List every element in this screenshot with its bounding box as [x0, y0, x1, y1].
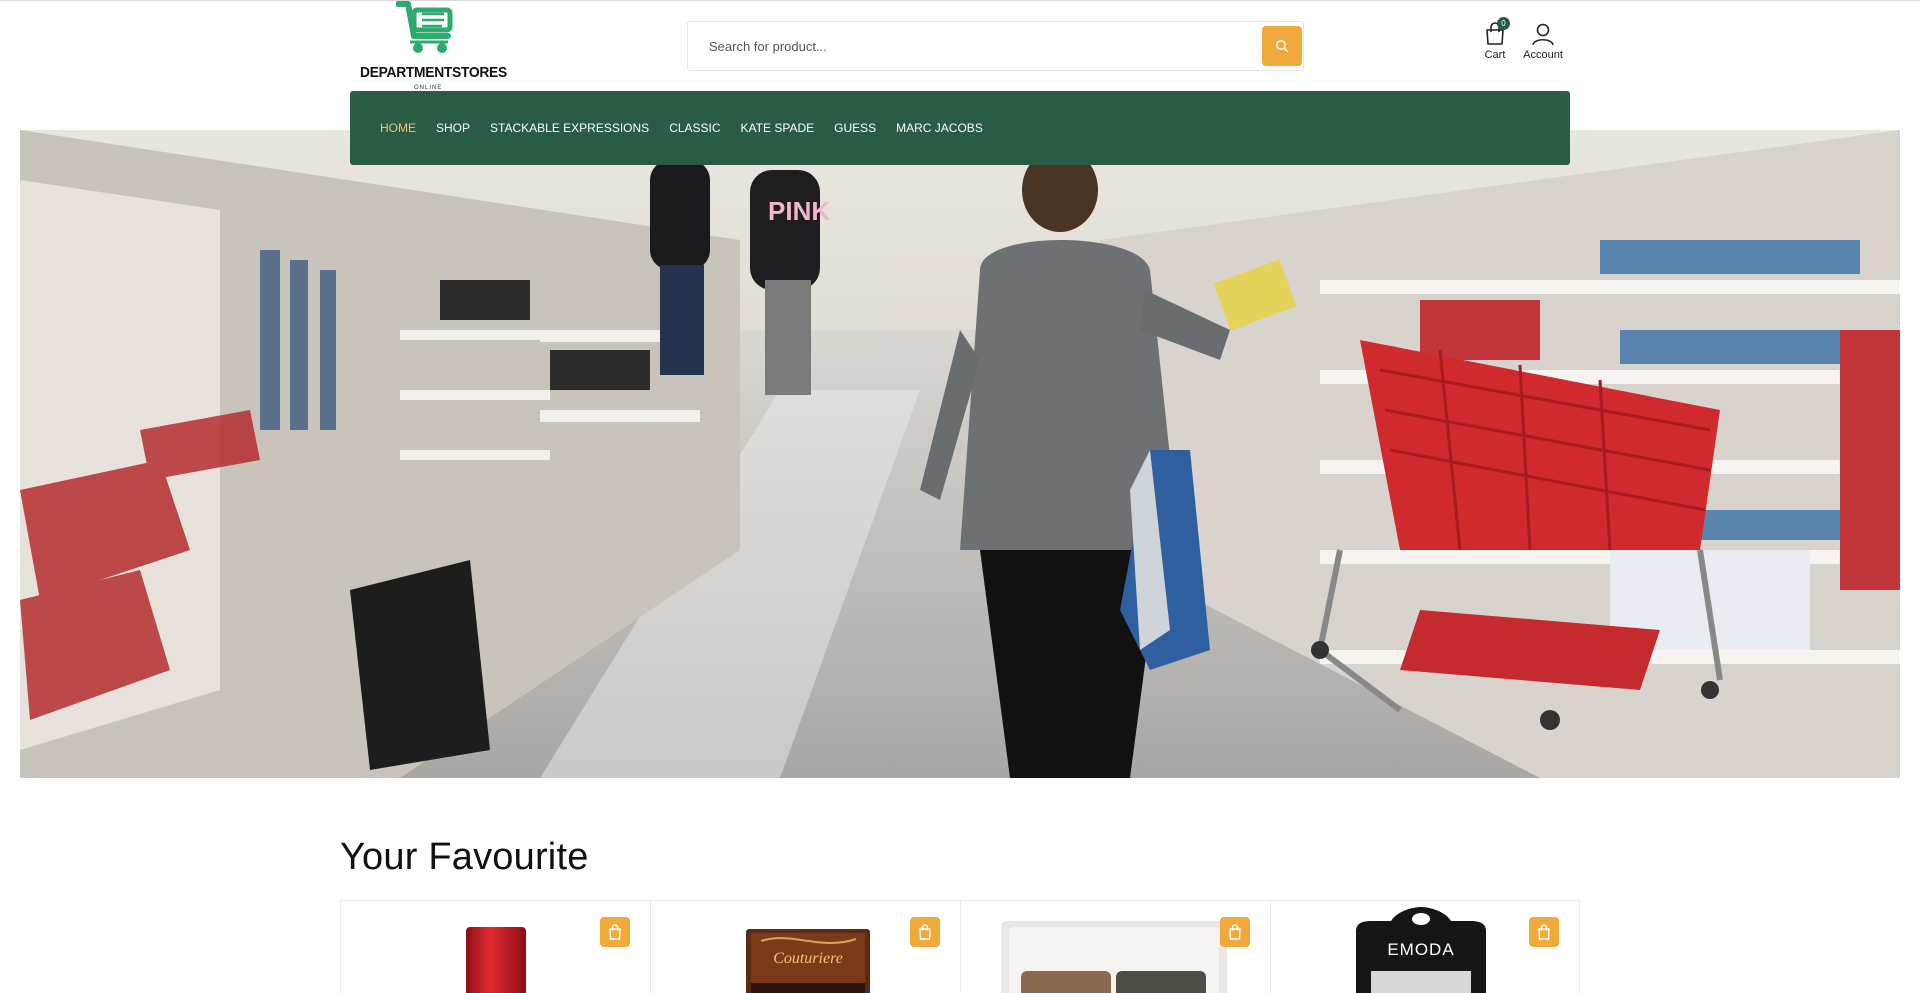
account-button[interactable]: Account	[1518, 22, 1568, 61]
nav-item-shop[interactable]: SHOP	[436, 121, 470, 135]
cart-logo-icon	[396, 1, 453, 53]
add-to-cart-button[interactable]	[910, 917, 940, 947]
product-card[interactable]: EMODA	[1270, 901, 1580, 993]
nav-item-kate-spade[interactable]: KATE SPADE	[741, 121, 815, 135]
search-input[interactable]	[689, 23, 1259, 69]
product-image-lipstick	[466, 927, 526, 993]
product-image-emoda-pack: EMODA	[1356, 907, 1486, 993]
svg-text:PINK: PINK	[768, 196, 830, 226]
cart-label: Cart	[1484, 49, 1506, 61]
add-to-cart-button[interactable]	[1529, 917, 1559, 947]
section-title: Your Favourite	[340, 836, 589, 878]
product-image-label: Couturiere	[773, 950, 843, 967]
search-icon	[1275, 39, 1289, 53]
nav-item-home[interactable]: HOME	[380, 121, 416, 135]
user-icon	[1532, 23, 1554, 46]
product-card[interactable]: Couturiere	[650, 901, 960, 993]
add-to-cart-button[interactable]	[1220, 917, 1250, 947]
search-button[interactable]	[1262, 26, 1302, 66]
product-card[interactable]	[340, 901, 650, 993]
site-logo[interactable]: DEPARTMENTSTORES ONLINE	[358, 0, 508, 92]
product-image-label: EMODA	[1387, 940, 1454, 959]
nav-item-guess[interactable]: GUESS	[834, 121, 876, 135]
shopping-bag-icon	[609, 924, 621, 940]
shopping-bag-icon	[919, 924, 931, 940]
nav-item-classic[interactable]: CLASSIC	[669, 121, 720, 135]
add-to-cart-button[interactable]	[600, 917, 630, 947]
nav-item-marc-jacobs[interactable]: MARC JACOBS	[896, 121, 983, 135]
product-image-eyeshadow-palette	[1001, 921, 1227, 993]
cart-count-badge: 0	[1497, 17, 1510, 30]
product-grid: Couturiere EMODA	[340, 900, 1580, 993]
shopping-bag-icon	[1538, 924, 1550, 940]
logo-text: DEPARTMENTSTORES	[360, 64, 507, 81]
cart-button[interactable]: 0 Cart	[1480, 17, 1510, 61]
account-label: Account	[1523, 49, 1563, 61]
hero-banner: PINK	[20, 130, 1900, 778]
top-border	[0, 0, 1920, 1]
search-bar	[687, 21, 1304, 71]
main-nav: HOME SHOP STACKABLE EXPRESSIONS CLASSIC KATE…	[350, 91, 1570, 165]
product-image-eyelash-box: Couturiere	[746, 929, 870, 993]
nav-item-stackable-expressions[interactable]: STACKABLE EXPRESSIONS	[490, 121, 649, 135]
shopping-bag-icon	[1229, 924, 1241, 940]
store-aisle-image: PINK	[20, 130, 1900, 778]
product-card[interactable]	[960, 901, 1270, 993]
